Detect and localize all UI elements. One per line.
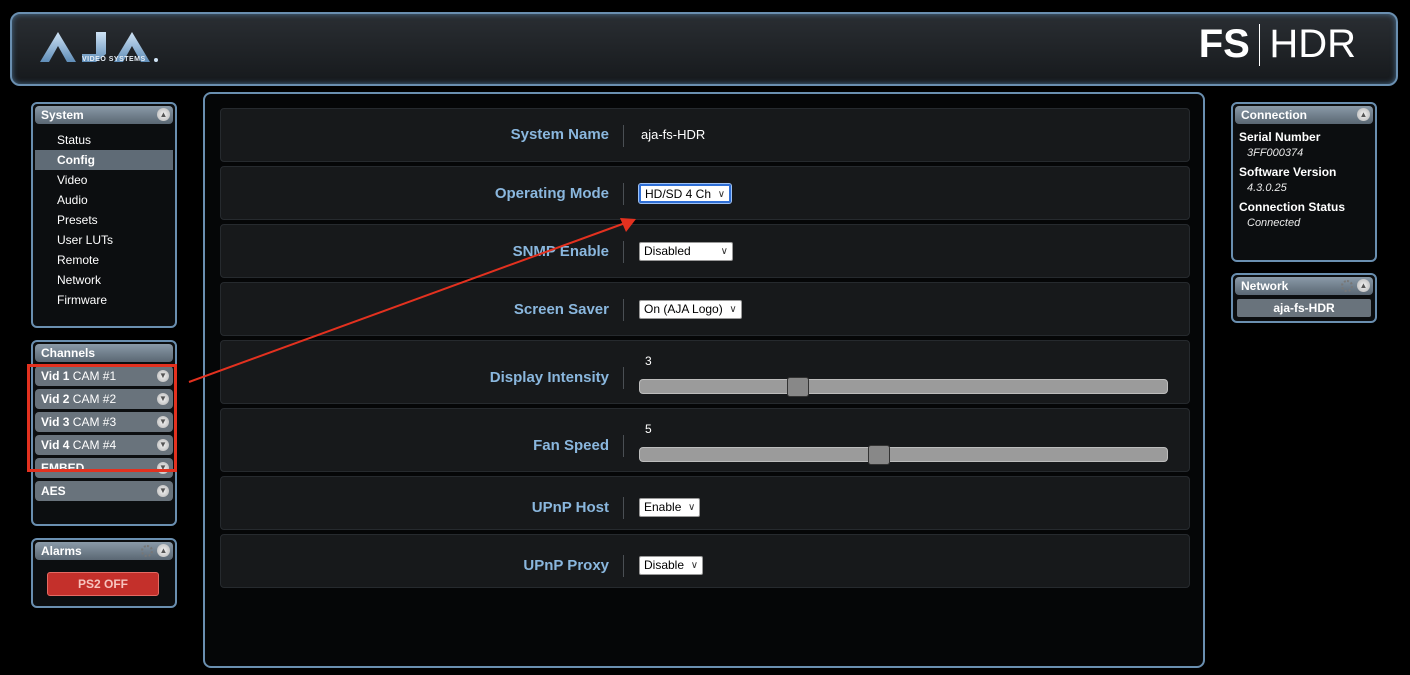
system-panel: System ▲ Status Config Video Audio Presets Us… <box>31 102 177 328</box>
screen-saver-value: On (AJA Logo) <box>644 302 723 316</box>
slider-thumb[interactable] <box>868 445 890 465</box>
operating-mode-value: HD/SD 4 Ch <box>645 187 712 201</box>
software-version-value: 4.3.0.25 <box>1247 182 1287 194</box>
snmp-enable-label: SNMP Enable <box>512 243 609 260</box>
collapse-icon[interactable]: ▲ <box>157 544 170 557</box>
row-divider <box>623 367 624 389</box>
serial-number-value: 3FF000374 <box>1247 147 1304 159</box>
system-panel-header[interactable]: System ▲ <box>35 106 173 124</box>
product-name: FS HDR <box>1199 22 1356 67</box>
row-divider <box>623 497 624 519</box>
product-hdr: HDR <box>1269 22 1356 66</box>
system-panel-title: System <box>41 108 84 122</box>
operating-mode-select[interactable]: HD/SD 4 Ch ∨ <box>637 183 733 204</box>
display-intensity-slider[interactable] <box>639 377 1168 397</box>
config-main: System Name aja-fs-HDR Operating Mode HD… <box>203 92 1205 668</box>
serial-number-label: Serial Number <box>1239 130 1321 144</box>
upnp-proxy-value: Disable <box>644 558 685 572</box>
network-panel-header[interactable]: Network ▲ <box>1235 277 1373 295</box>
system-name-value[interactable]: aja-fs-HDR <box>641 127 705 142</box>
connection-panel: Connection ▲ Serial Number 3FF000374 Sof… <box>1231 102 1377 262</box>
channels-panel-header[interactable]: Channels <box>35 344 173 362</box>
gear-icon[interactable] <box>141 545 153 557</box>
collapse-icon[interactable]: ▲ <box>157 108 170 121</box>
row-divider <box>623 183 624 205</box>
row-divider <box>623 125 624 147</box>
row-upnp-proxy: UPnP Proxy Disable ∨ <box>220 534 1190 588</box>
fan-speed-slider[interactable] <box>639 445 1168 465</box>
upnp-proxy-label: UPnP Proxy <box>523 557 609 574</box>
operating-mode-label: Operating Mode <box>494 185 609 202</box>
fan-speed-value: 5 <box>645 422 652 436</box>
row-screen-saver: Screen Saver On (AJA Logo) ∨ <box>220 282 1190 336</box>
system-name-label: System Name <box>510 126 609 143</box>
software-version-label: Software Version <box>1239 165 1337 179</box>
display-intensity-value: 3 <box>645 354 652 368</box>
connection-status-value: Connected <box>1247 217 1301 229</box>
chevron-down-icon: ∨ <box>688 502 696 513</box>
product-divider <box>1258 23 1261 66</box>
row-divider <box>623 299 624 321</box>
snmp-enable-value: Disabled <box>644 244 691 258</box>
alarm-ps2-off[interactable]: PS2 OFF <box>47 572 159 596</box>
upnp-host-select[interactable]: Enable ∨ <box>639 498 701 517</box>
slider-thumb[interactable] <box>787 377 809 397</box>
annotation-highlight-box <box>27 364 177 472</box>
sidebar-item-remote[interactable]: Remote <box>33 250 175 270</box>
connection-status-label: Connection Status <box>1239 200 1346 214</box>
chevron-down-icon: ∨ <box>690 560 699 571</box>
sidebar-item-video[interactable]: Video <box>33 170 175 190</box>
row-divider <box>623 555 624 577</box>
upnp-host-value: Enable <box>644 500 682 514</box>
sidebar-item-network[interactable]: Network <box>33 270 175 290</box>
product-fs: FS <box>1198 22 1250 66</box>
connection-panel-title: Connection <box>1241 108 1307 122</box>
channel-item-aes[interactable]: AES ▼ <box>35 481 173 501</box>
row-display-intensity: Display Intensity 3 <box>220 340 1190 404</box>
screen-saver-label: Screen Saver <box>513 301 609 318</box>
snmp-enable-select[interactable]: Disabled ∨ <box>639 242 733 261</box>
sidebar-item-audio[interactable]: Audio <box>33 190 175 210</box>
gear-icon[interactable] <box>1341 280 1353 292</box>
row-system-name: System Name aja-fs-HDR <box>220 108 1190 162</box>
channel-id: AES <box>41 484 66 498</box>
channels-panel-title: Channels <box>41 346 96 360</box>
alarms-panel-header[interactable]: Alarms ▲ <box>35 542 173 560</box>
chevron-down-icon: ∨ <box>729 304 737 315</box>
alarms-panel-title: Alarms <box>41 544 82 558</box>
logo-subtitle: VIDEO SYSTEMS <box>82 56 146 63</box>
sidebar-item-user-luts[interactable]: User LUTs <box>33 230 175 250</box>
app-header: VIDEO SYSTEMS FS HDR <box>10 12 1398 86</box>
row-snmp-enable: SNMP Enable Disabled ∨ <box>220 224 1190 278</box>
chevron-down-icon: ∨ <box>720 246 728 257</box>
network-panel-title: Network <box>1241 279 1289 293</box>
collapse-icon[interactable]: ▲ <box>1357 279 1370 292</box>
sidebar-item-status[interactable]: Status <box>33 130 175 150</box>
expand-icon[interactable]: ▼ <box>157 485 169 497</box>
system-nav: Status Config Video Audio Presets User LUTs Re… <box>33 126 175 310</box>
connection-panel-header[interactable]: Connection ▲ <box>1235 106 1373 124</box>
network-panel: Network ▲ aja-fs-HDR <box>1231 273 1377 323</box>
upnp-host-label: UPnP Host <box>531 499 609 516</box>
row-operating-mode: Operating Mode HD/SD 4 Ch ∨ <box>220 166 1190 220</box>
network-host-item[interactable]: aja-fs-HDR <box>1237 299 1371 317</box>
row-divider <box>623 241 624 263</box>
display-intensity-label: Display Intensity <box>489 369 609 386</box>
chevron-down-icon: ∨ <box>717 189 726 200</box>
upnp-proxy-select[interactable]: Disable ∨ <box>639 556 704 575</box>
sidebar-item-presets[interactable]: Presets <box>33 210 175 230</box>
alarms-panel: Alarms ▲ PS2 OFF <box>31 538 177 608</box>
row-upnp-host: UPnP Host Enable ∨ <box>220 476 1190 530</box>
row-divider <box>623 435 624 457</box>
screen-saver-select[interactable]: On (AJA Logo) ∨ <box>639 300 742 319</box>
aja-logo <box>40 32 158 62</box>
fan-speed-label: Fan Speed <box>533 437 609 454</box>
sidebar-item-firmware[interactable]: Firmware <box>33 290 175 310</box>
collapse-icon[interactable]: ▲ <box>1357 108 1370 121</box>
row-fan-speed: Fan Speed 5 <box>220 408 1190 472</box>
sidebar-item-config[interactable]: Config <box>35 150 173 170</box>
